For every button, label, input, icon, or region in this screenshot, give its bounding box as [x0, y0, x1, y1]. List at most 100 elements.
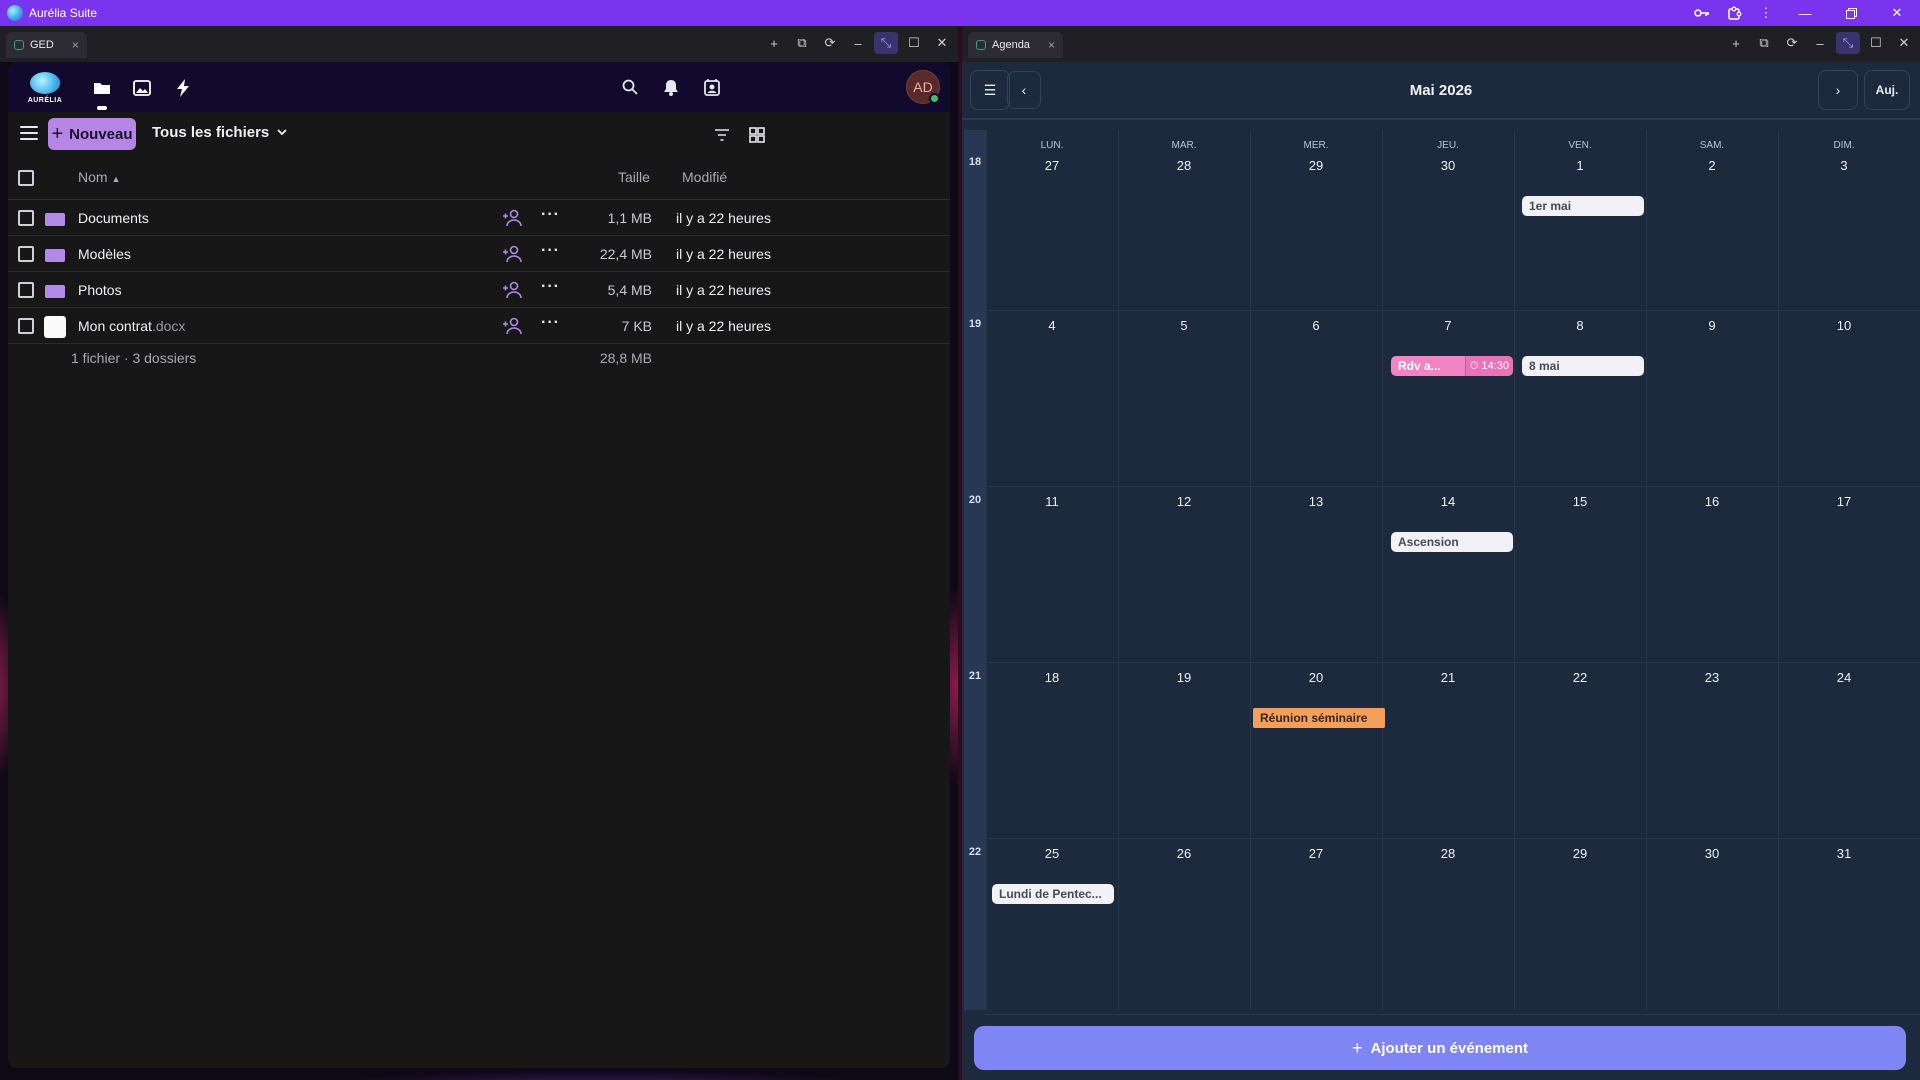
day-cell-number[interactable]: 29 [1250, 158, 1382, 173]
day-cell-number[interactable]: 13 [1250, 494, 1382, 509]
day-cell-number[interactable]: 2 [1646, 158, 1778, 173]
file-name[interactable]: Photos [78, 282, 122, 298]
share-user-icon[interactable] [502, 245, 524, 263]
contacts-icon[interactable] [700, 75, 724, 99]
extensions-icon[interactable] [1718, 0, 1750, 26]
pane-minimize-icon[interactable]: – [846, 32, 870, 54]
day-cell-number[interactable]: 9 [1646, 318, 1778, 333]
table-row[interactable]: Documents ··· 1,1 MB il y a 22 heures [8, 200, 950, 236]
grid-view-icon[interactable] [745, 124, 769, 146]
day-cell-number[interactable]: 12 [1118, 494, 1250, 509]
open-external-icon[interactable]: ⧉ [790, 32, 814, 54]
key-icon[interactable] [1686, 0, 1718, 26]
day-cell-number[interactable]: 6 [1250, 318, 1382, 333]
pane-minimize-icon[interactable]: – [1808, 32, 1832, 54]
day-cell-number[interactable]: 15 [1514, 494, 1646, 509]
column-modified-header[interactable]: Modifié [682, 169, 727, 185]
calendar-event[interactable]: Lundi de Pentec... [992, 884, 1114, 904]
minimize-button[interactable]: — [1782, 0, 1828, 26]
day-cell-number[interactable]: 24 [1778, 670, 1910, 685]
day-cell-number[interactable]: 1 [1514, 158, 1646, 173]
pane-maximize-icon[interactable]: ☐ [1864, 32, 1888, 54]
restore-button[interactable] [1828, 0, 1874, 26]
column-size-header[interactable]: Taille [618, 169, 650, 185]
calendar-event[interactable]: 8 mai [1522, 356, 1644, 376]
more-actions-icon[interactable]: ··· [541, 242, 560, 260]
aurelia-logo[interactable]: AURÉLIA [26, 70, 64, 104]
row-checkbox[interactable] [18, 318, 34, 334]
day-cell-number[interactable]: 30 [1382, 158, 1514, 173]
search-icon[interactable] [618, 75, 642, 99]
more-actions-icon[interactable]: ··· [541, 206, 560, 224]
new-tab-icon[interactable]: + [1724, 32, 1748, 54]
share-user-icon[interactable] [502, 209, 524, 227]
reload-icon[interactable]: ⟳ [1780, 32, 1804, 54]
table-row[interactable]: Modèles ··· 22,4 MB il y a 22 heures [8, 236, 950, 272]
day-cell-number[interactable]: 25 [986, 846, 1118, 861]
pane-collapse-icon[interactable]: ⤡ [1836, 32, 1860, 54]
today-button[interactable]: Auj. [1864, 70, 1910, 110]
pane-maximize-icon[interactable]: ☐ [902, 32, 926, 54]
day-cell-number[interactable]: 28 [1382, 846, 1514, 861]
day-cell-number[interactable]: 27 [986, 158, 1118, 173]
new-tab-icon[interactable]: + [762, 32, 786, 54]
day-cell-number[interactable]: 20 [1250, 670, 1382, 685]
pane-close-icon[interactable]: ✕ [1892, 32, 1916, 54]
day-cell-number[interactable]: 23 [1646, 670, 1778, 685]
day-cell-number[interactable]: 26 [1118, 846, 1250, 861]
file-name[interactable]: Modèles [78, 246, 131, 262]
photos-nav-icon[interactable] [130, 76, 154, 100]
select-all-checkbox[interactable] [18, 170, 34, 186]
day-cell-number[interactable]: 27 [1250, 846, 1382, 861]
day-cell-number[interactable]: 14 [1382, 494, 1514, 509]
new-button[interactable]: + Nouveau [48, 118, 136, 150]
day-cell-number[interactable]: 16 [1646, 494, 1778, 509]
tab-agenda[interactable]: Agenda × [968, 32, 1063, 58]
tab-ged[interactable]: GED × [6, 32, 87, 58]
sort-filter-icon[interactable] [710, 124, 734, 146]
day-cell-number[interactable]: 4 [986, 318, 1118, 333]
day-cell-number[interactable]: 10 [1778, 318, 1910, 333]
day-cell-number[interactable]: 17 [1778, 494, 1910, 509]
share-user-icon[interactable] [502, 317, 524, 335]
share-user-icon[interactable] [502, 281, 524, 299]
row-checkbox[interactable] [18, 282, 34, 298]
tab-close-icon[interactable]: × [72, 38, 79, 52]
add-event-button[interactable]: + Ajouter un événement [974, 1026, 1906, 1070]
day-cell-number[interactable]: 21 [1382, 670, 1514, 685]
reload-icon[interactable]: ⟳ [818, 32, 842, 54]
table-row[interactable]: Mon contrat.docx ··· 7 KB il y a 22 heur… [8, 308, 950, 344]
day-cell-number[interactable]: 30 [1646, 846, 1778, 861]
files-nav-icon[interactable] [90, 76, 114, 110]
day-cell-number[interactable]: 5 [1118, 318, 1250, 333]
column-name-header[interactable]: Nom ▲ [78, 169, 120, 185]
calendar-event[interactable]: Réunion séminaire [1253, 708, 1385, 728]
day-cell-number[interactable]: 22 [1514, 670, 1646, 685]
file-name[interactable]: Documents [78, 210, 149, 226]
row-checkbox[interactable] [18, 246, 34, 262]
calendar-event[interactable]: Rdv a... ⏱ 14:30 [1391, 356, 1513, 376]
day-cell-number[interactable]: 29 [1514, 846, 1646, 861]
open-external-icon[interactable]: ⧉ [1752, 32, 1776, 54]
pane-collapse-icon[interactable]: ⤡ [874, 32, 898, 54]
tab-close-icon[interactable]: × [1048, 38, 1055, 52]
calendar-event[interactable]: Ascension [1391, 532, 1513, 552]
day-cell-number[interactable]: 7 [1382, 318, 1514, 333]
day-cell-number[interactable]: 19 [1118, 670, 1250, 685]
day-cell-number[interactable]: 18 [986, 670, 1118, 685]
sidebar-toggle-icon[interactable] [20, 124, 38, 142]
row-checkbox[interactable] [18, 210, 34, 226]
file-name[interactable]: Mon contrat.docx [78, 318, 185, 334]
day-cell-number[interactable]: 11 [986, 494, 1118, 509]
user-avatar[interactable]: AD [906, 70, 940, 104]
day-cell-number[interactable]: 31 [1778, 846, 1910, 861]
next-month-button[interactable]: › [1818, 70, 1858, 110]
pane-close-icon[interactable]: ✕ [930, 32, 954, 54]
day-cell-number[interactable]: 3 [1778, 158, 1910, 173]
kebab-menu-icon[interactable]: ⋮ [1750, 0, 1782, 26]
more-actions-icon[interactable]: ··· [541, 278, 560, 296]
notifications-bell-icon[interactable] [659, 75, 683, 99]
day-cell-number[interactable]: 8 [1514, 318, 1646, 333]
table-row[interactable]: Photos ··· 5,4 MB il y a 22 heures [8, 272, 950, 308]
close-button[interactable]: ✕ [1874, 0, 1920, 26]
